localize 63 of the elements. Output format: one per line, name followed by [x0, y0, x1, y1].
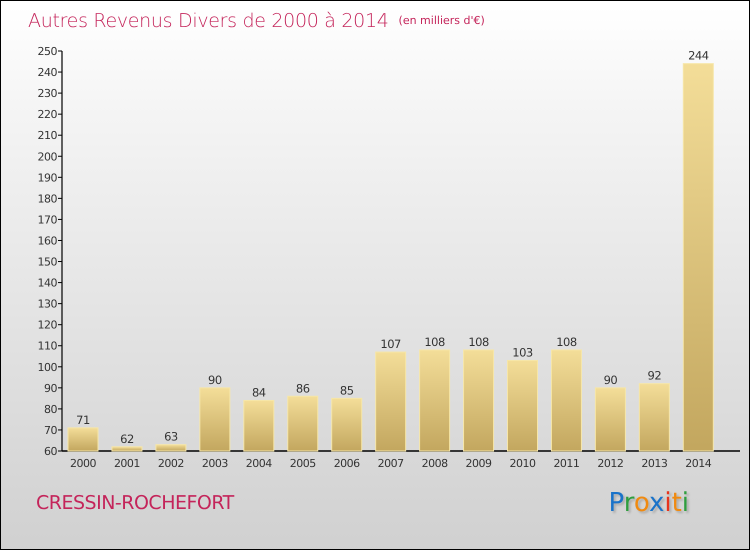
- axis-label: 120: [38, 318, 57, 332]
- value-label: 108: [468, 334, 489, 349]
- value-label: 84: [252, 385, 266, 400]
- axis-label: 2005: [290, 457, 316, 470]
- value-label: 90: [208, 372, 222, 387]
- bar: [243, 400, 274, 452]
- axis-label: 2012: [597, 457, 624, 470]
- axis-label: 2007: [378, 457, 404, 470]
- axis-label: 180: [38, 192, 57, 206]
- bar: [594, 387, 626, 452]
- value-label: 108: [556, 334, 577, 349]
- axis-label: 240: [38, 66, 57, 80]
- axis-label: 2002: [158, 457, 184, 470]
- value-label: 90: [604, 372, 618, 387]
- value-label: 86: [296, 381, 310, 396]
- value-label: 107: [380, 337, 401, 352]
- axis-label: 190: [38, 171, 57, 184]
- axis-label: 230: [38, 87, 57, 100]
- place-name: CRESSIN-ROCHEFORT: [36, 492, 234, 514]
- logo: Proxiti: [608, 488, 689, 518]
- axis-label: 2006: [334, 457, 360, 470]
- axis-label: 2010: [510, 457, 536, 470]
- value-label: 92: [648, 368, 662, 383]
- axis-label: 80: [44, 402, 57, 416]
- axis-label: 160: [38, 234, 57, 248]
- axis-label: 2009: [466, 457, 492, 470]
- axis-label: 110: [38, 340, 57, 353]
- axis-label: 90: [44, 382, 57, 395]
- axis-label: 220: [38, 108, 57, 122]
- value-label: 103: [512, 345, 533, 360]
- axis-label: 210: [38, 129, 57, 142]
- value-label: 85: [340, 383, 354, 398]
- value-label: 63: [164, 430, 178, 444]
- bar: [287, 396, 318, 452]
- axis-label: 2011: [553, 457, 580, 470]
- axis-label: 250: [38, 45, 57, 58]
- bar: [155, 444, 186, 452]
- bar: [111, 446, 142, 452]
- axis-label: 170: [38, 213, 57, 226]
- axis-label: 2014: [685, 457, 712, 470]
- axis-label: 200: [38, 150, 57, 164]
- axis-label: 70: [44, 424, 57, 437]
- axis-label: 2013: [641, 457, 668, 470]
- axis-label: 60: [44, 445, 57, 458]
- axis-label: 100: [38, 360, 57, 374]
- value-label: 108: [424, 334, 445, 349]
- axis-label: 2008: [422, 457, 448, 470]
- bar: [638, 383, 670, 452]
- value-label: 244: [688, 48, 709, 63]
- axis-label: 2004: [246, 457, 272, 470]
- chart-title: Autres Revenus Divers de 2000 à 2014: [28, 10, 389, 32]
- axis-label: 2003: [202, 457, 228, 470]
- value-label: 62: [120, 432, 134, 446]
- bar: [68, 427, 98, 452]
- axis-label: 140: [38, 276, 57, 290]
- bar: [331, 398, 362, 452]
- axis-label: 2001: [114, 457, 140, 470]
- value-label: 71: [76, 412, 90, 427]
- axis-label: 2000: [70, 457, 96, 470]
- axis-label: 150: [38, 256, 57, 269]
- axis-label: 130: [38, 298, 57, 311]
- bar: [199, 387, 230, 452]
- unit-label: (en milliers d'€): [398, 14, 485, 27]
